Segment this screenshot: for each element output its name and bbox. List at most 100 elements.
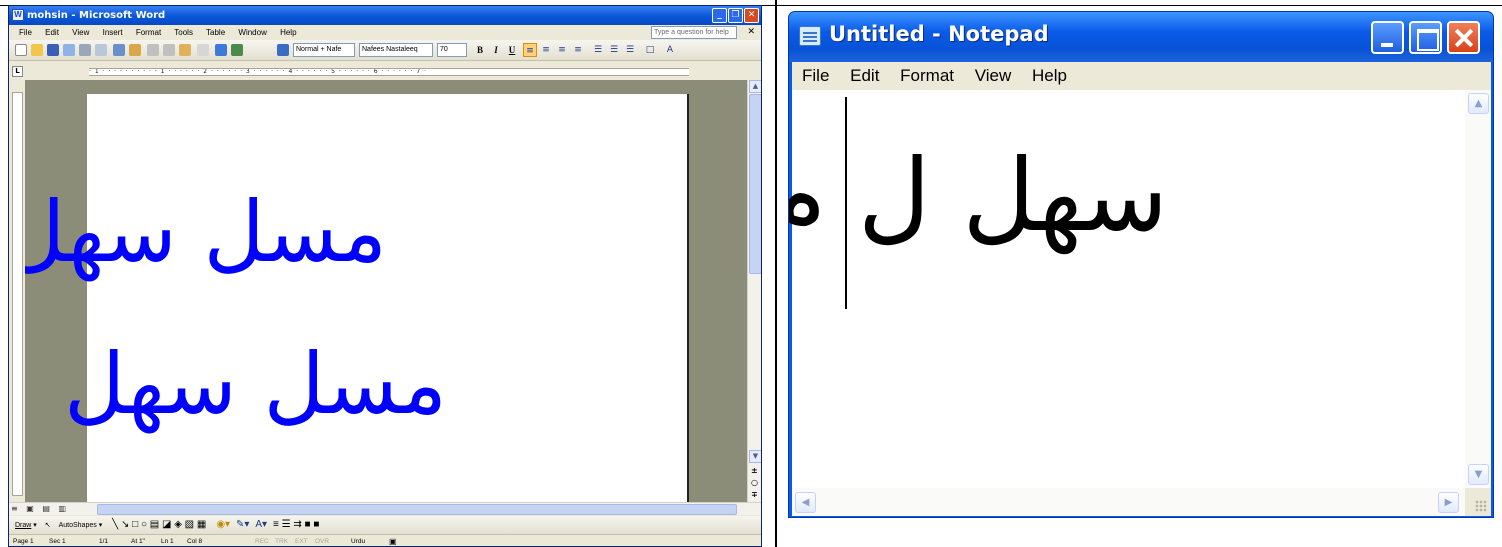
- menu-edit[interactable]: Edit: [45, 28, 59, 37]
- notepad-scroll-right-icon[interactable]: ▶: [1438, 492, 1459, 513]
- underline-button[interactable]: U: [505, 43, 519, 57]
- align-right-icon[interactable]: ≡: [555, 43, 569, 57]
- print-preview-icon[interactable]: [95, 44, 107, 56]
- notepad-title-text: Untitled - Notepad: [829, 22, 1049, 46]
- autoshapes-menu[interactable]: AutoShapes ▾: [59, 522, 103, 529]
- new-document-icon[interactable]: [15, 44, 27, 56]
- menu-help[interactable]: Help: [280, 28, 296, 37]
- notepad-scroll-left-icon[interactable]: ◀: [795, 492, 816, 513]
- notepad-app-icon[interactable]: [799, 26, 821, 46]
- bullets-icon[interactable]: ☰: [607, 43, 621, 57]
- horizontal-ruler[interactable]: L · 1 · · · · · · · · · · 1 · · · · · · …: [9, 62, 761, 80]
- justify-icon[interactable]: ≡: [571, 43, 585, 57]
- resize-grip-icon[interactable]: [1465, 488, 1491, 516]
- open-folder-icon[interactable]: [31, 44, 43, 56]
- indent-icon[interactable]: ☰: [623, 43, 637, 57]
- style-dropdown[interactable]: Normal + Nafe: [293, 43, 355, 57]
- scroll-up-icon[interactable]: ▲: [749, 80, 761, 93]
- previous-page-icon[interactable]: ±: [751, 466, 758, 475]
- menu-tools[interactable]: Tools: [174, 28, 193, 37]
- notepad-close-button[interactable]: [1447, 21, 1480, 54]
- status-language: Urdu: [351, 538, 366, 545]
- spelling-status-icon[interactable]: ▣: [389, 535, 397, 546]
- word-title-bar[interactable]: W mohsin - Microsoft Word _ ❐ ✕: [9, 6, 761, 25]
- notepad-menu-file[interactable]: File: [802, 66, 829, 85]
- select-browse-object-icon[interactable]: ○: [751, 478, 758, 487]
- hyperlink-icon[interactable]: [215, 44, 227, 56]
- menu-table[interactable]: Table: [206, 28, 225, 37]
- align-center-icon[interactable]: ≡: [539, 43, 553, 57]
- notepad-menu-edit[interactable]: Edit: [850, 66, 879, 85]
- undo-icon[interactable]: [197, 44, 209, 56]
- paste-icon[interactable]: [179, 44, 191, 56]
- status-trk[interactable]: TRK: [275, 535, 288, 546]
- status-at: At 1": [131, 538, 145, 545]
- notepad-horizontal-scrollbar[interactable]: ◀ ▶: [792, 488, 1465, 516]
- help-question-box[interactable]: Type a question for help: [651, 26, 737, 39]
- tab-selector-button[interactable]: L: [12, 66, 23, 77]
- status-pages: 1/1: [99, 538, 109, 545]
- horizontal-scroll-thumb[interactable]: [97, 504, 737, 515]
- notepad-scroll-down-icon[interactable]: ▼: [1468, 464, 1489, 485]
- copy-icon[interactable]: [163, 44, 175, 56]
- word-close-button[interactable]: ✕: [744, 8, 759, 23]
- styles-icon[interactable]: [277, 44, 289, 56]
- menu-format[interactable]: Format: [136, 28, 161, 37]
- notepad-menu-bar: File Edit Format View Help: [792, 62, 1491, 90]
- border-icon[interactable]: □: [643, 43, 657, 57]
- permission-icon[interactable]: [63, 44, 75, 56]
- numbering-icon[interactable]: ☰: [591, 43, 605, 57]
- word-caption-buttons: _ ❐ ✕: [712, 8, 759, 23]
- shape-tools-icon[interactable]: ╲ ↘ □ ○ ▤ ◪ ◈ ▧ ▦: [112, 519, 206, 530]
- draw-font-color-icon[interactable]: A▾: [255, 519, 267, 530]
- align-left-icon[interactable]: ≡: [523, 43, 537, 57]
- status-ovr[interactable]: OVR: [315, 535, 329, 546]
- line-color-icon[interactable]: ✎▾: [236, 519, 249, 530]
- save-icon[interactable]: [47, 44, 59, 56]
- word-app-icon[interactable]: W: [12, 9, 24, 21]
- notepad-text-area[interactable]: سهل ل م ح ▲ ▼ ◀ ▶: [789, 90, 1491, 516]
- scroll-down-icon[interactable]: ▼: [749, 450, 761, 463]
- next-page-icon[interactable]: ∓: [751, 490, 758, 499]
- word-standard-formatting-toolbar: Normal + Nafe Nafees Nastaleeq 70 B I U …: [9, 40, 761, 61]
- italic-button[interactable]: I: [489, 43, 503, 57]
- notepad-scroll-up-icon[interactable]: ▲: [1468, 93, 1489, 114]
- line-style-icon[interactable]: ≡ ☰ ⇉ ■ ■: [273, 519, 319, 530]
- menu-file[interactable]: File: [19, 28, 32, 37]
- spelling-icon[interactable]: [113, 44, 125, 56]
- menu-view[interactable]: View: [72, 28, 89, 37]
- status-section: Sec 1: [49, 538, 66, 545]
- view-buttons-icon[interactable]: ≡ ▣ ▤ ▥: [11, 504, 69, 513]
- cut-icon[interactable]: [147, 44, 159, 56]
- word-horizontal-scrollbar[interactable]: ≡ ▣ ▤ ▥: [9, 502, 761, 515]
- draw-menu[interactable]: Draw ▾: [15, 522, 37, 529]
- notepad-vertical-scrollbar[interactable]: ▲ ▼: [1465, 90, 1491, 488]
- word-minimize-button[interactable]: _: [712, 8, 727, 23]
- notepad-menu-view[interactable]: View: [975, 66, 1012, 85]
- scroll-thumb[interactable]: [749, 94, 761, 274]
- font-dropdown[interactable]: Nafees Nastaleeq: [359, 43, 433, 57]
- document-close-icon[interactable]: ✕: [747, 25, 755, 40]
- document-page[interactable]: مسل سهل مسل سهل: [25, 94, 689, 502]
- notepad-title-bar[interactable]: Untitled - Notepad: [789, 12, 1493, 62]
- print-icon[interactable]: [79, 44, 91, 56]
- notepad-menu-format[interactable]: Format: [900, 66, 954, 85]
- tables-borders-icon[interactable]: [231, 44, 243, 56]
- menu-window[interactable]: Window: [238, 28, 266, 37]
- font-color-icon[interactable]: A: [663, 43, 677, 57]
- status-rec[interactable]: REC: [255, 535, 269, 546]
- word-vertical-scrollbar[interactable]: ▲ ▼ ± ○ ∓: [747, 80, 761, 502]
- notepad-menu-help[interactable]: Help: [1032, 66, 1067, 85]
- notepad-minimize-button[interactable]: [1371, 21, 1404, 54]
- word-window: W mohsin - Microsoft Word _ ❐ ✕ File Edi…: [8, 5, 762, 547]
- word-maximize-button[interactable]: ❐: [728, 8, 743, 23]
- menu-insert[interactable]: Insert: [103, 28, 123, 37]
- fill-color-icon[interactable]: ◉▾: [216, 519, 230, 530]
- select-objects-icon[interactable]: ↖: [45, 522, 51, 529]
- font-size-dropdown[interactable]: 70: [437, 43, 467, 57]
- document-area[interactable]: مسل سهل مسل سهل: [25, 80, 747, 502]
- research-icon[interactable]: [129, 44, 141, 56]
- status-ext[interactable]: EXT: [295, 535, 308, 546]
- notepad-maximize-button[interactable]: [1409, 21, 1442, 54]
- bold-button[interactable]: B: [473, 43, 487, 57]
